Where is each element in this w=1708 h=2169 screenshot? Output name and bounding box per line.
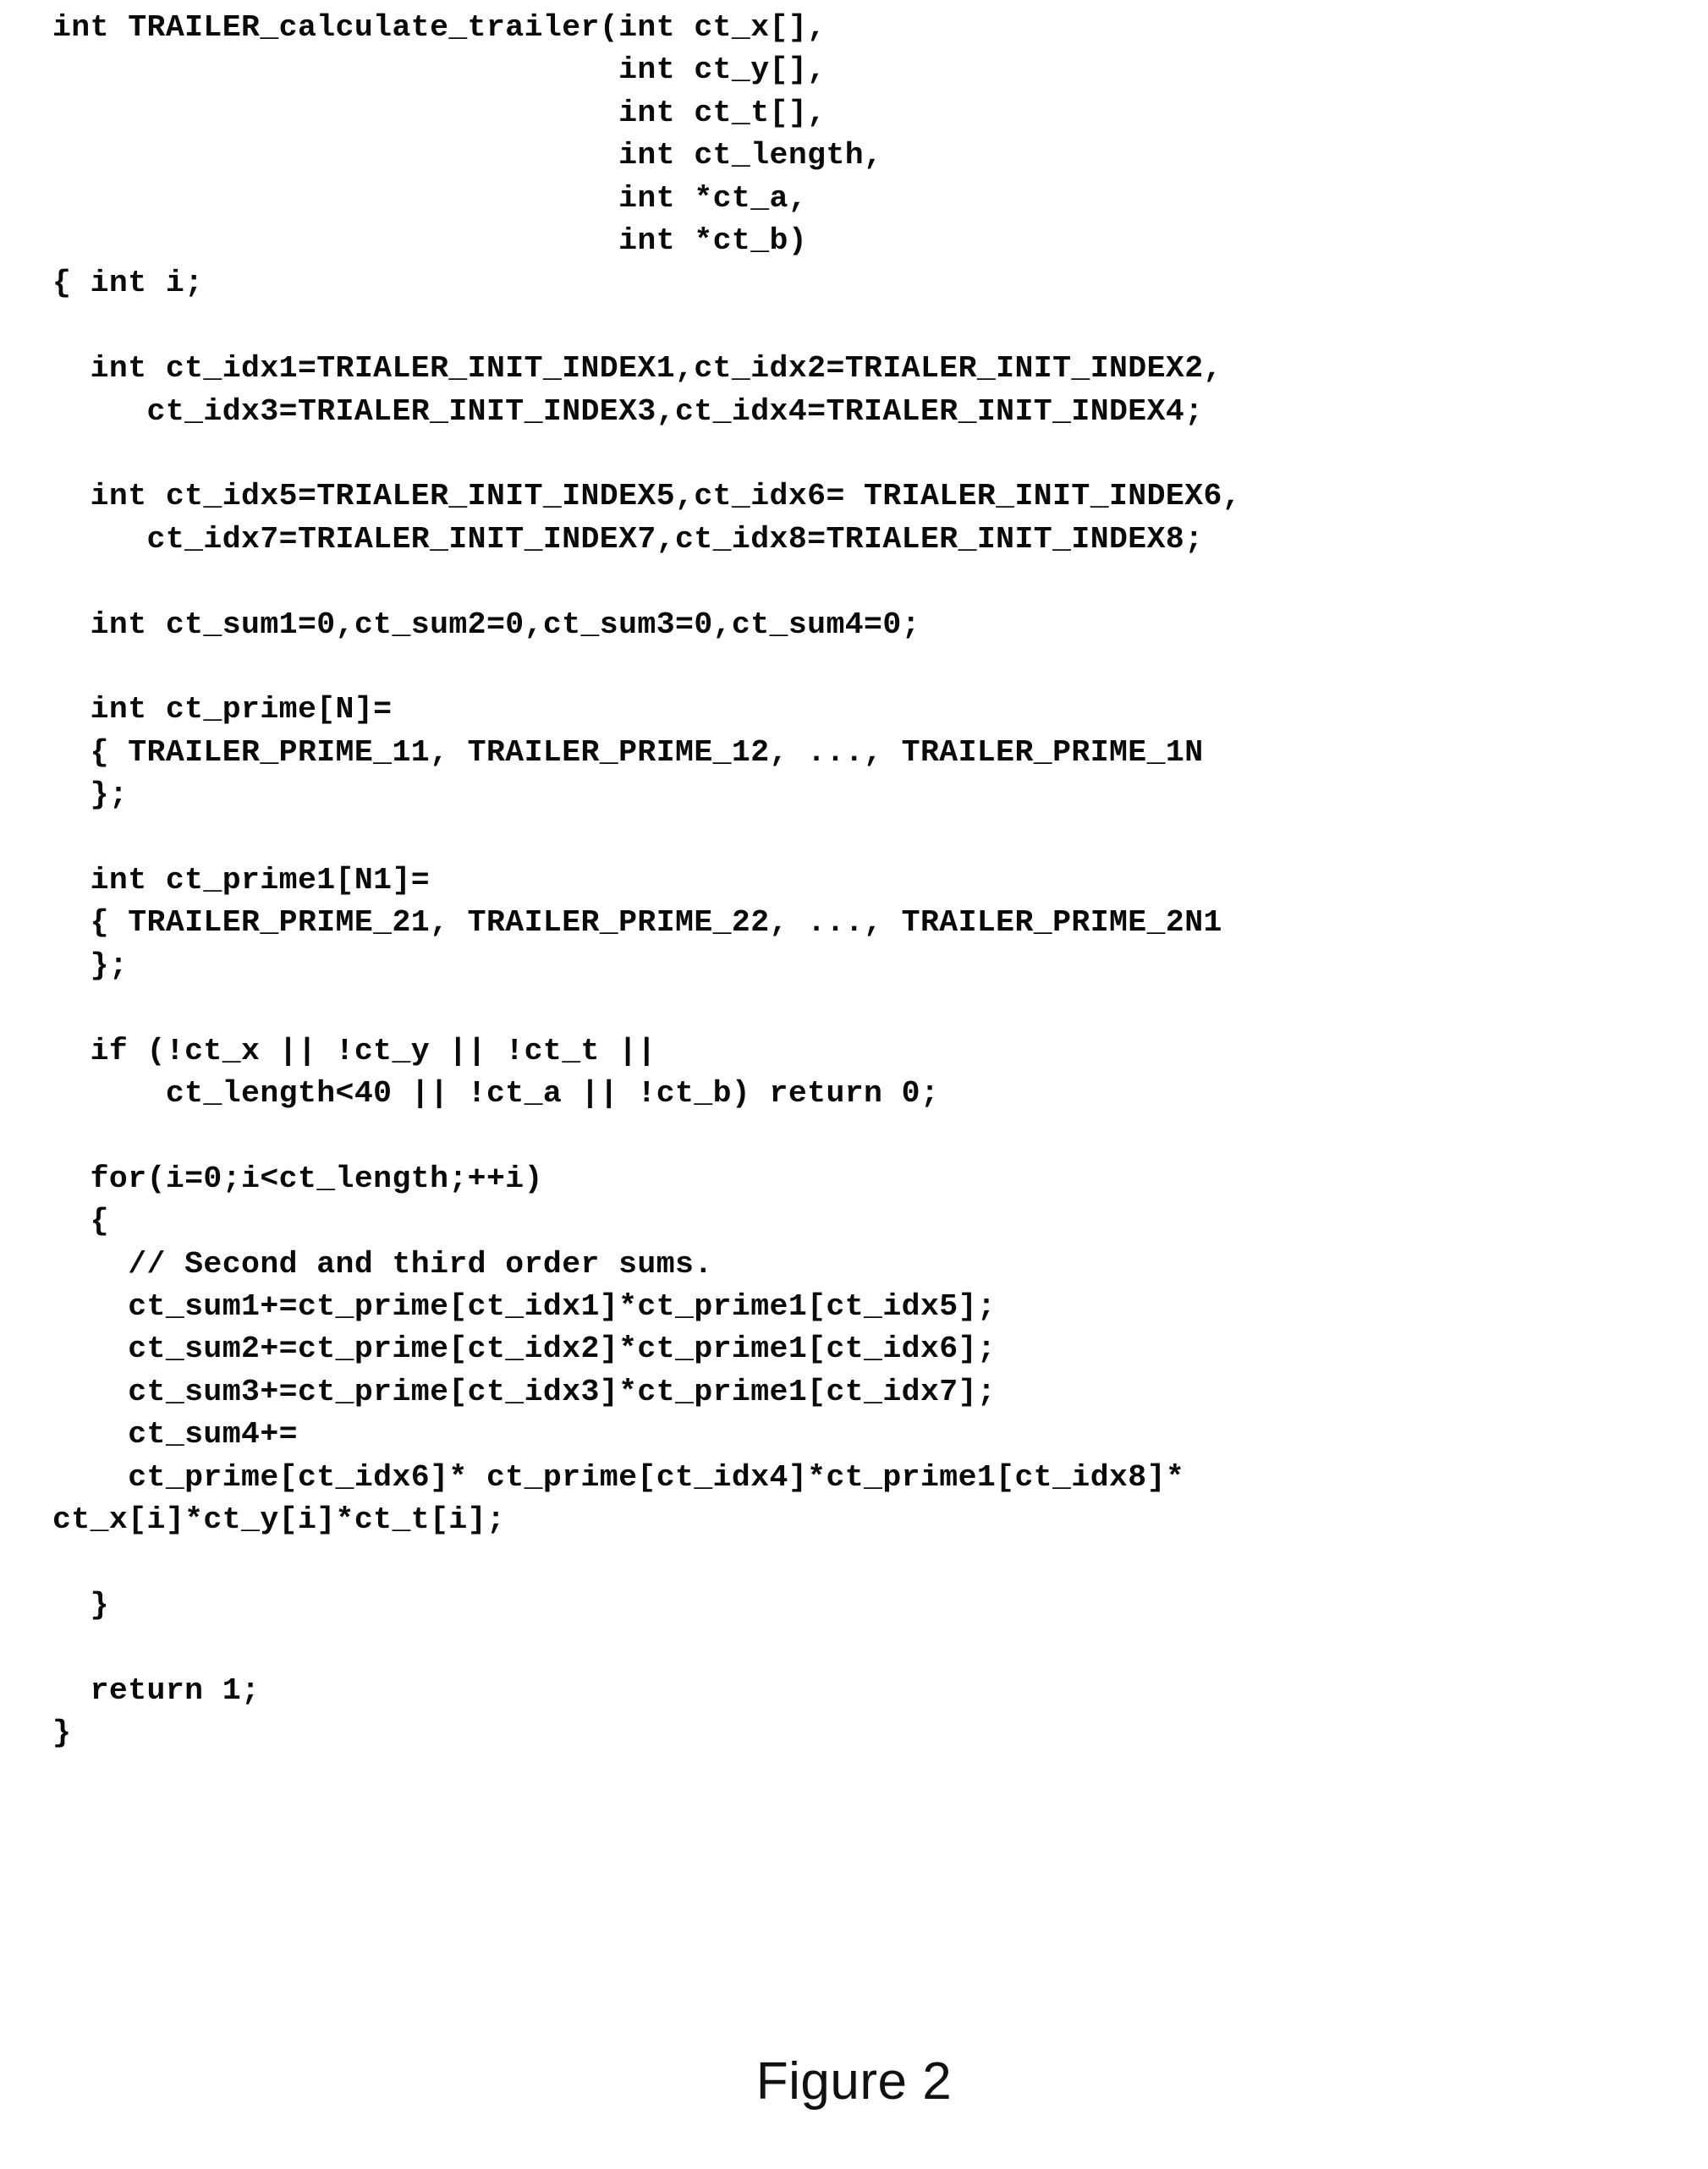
code-line: int *ct_a,	[52, 180, 808, 216]
code-line: int ct_sum1=0,ct_sum2=0,ct_sum3=0,ct_sum…	[52, 607, 920, 642]
code-listing: int TRAILER_calculate_trailer(int ct_x[]…	[52, 7, 1660, 1755]
code-line: };	[52, 947, 129, 983]
code-line: int ct_idx5=TRIALER_INIT_INDEX5,ct_idx6=…	[52, 479, 1242, 514]
code-line: ct_idx3=TRIALER_INIT_INDEX3,ct_idx4=TRIA…	[52, 393, 1204, 429]
code-line: return 1;	[52, 1672, 261, 1708]
code-line: int ct_y[],	[52, 52, 827, 88]
code-line: { TRAILER_PRIME_21, TRAILER_PRIME_22, ..…	[52, 905, 1222, 941]
figure-caption: Figure 2	[755, 2052, 953, 2111]
figure-page: int TRAILER_calculate_trailer(int ct_x[]…	[0, 0, 1708, 2169]
code-line: if (!ct_x || !ct_y || !ct_t ||	[52, 1033, 656, 1068]
code-line: int ct_length,	[52, 138, 883, 173]
code-line: ct_x[i]*ct_y[i]*ct_t[i];	[52, 1502, 506, 1538]
code-line: { TRAILER_PRIME_11, TRAILER_PRIME_12, ..…	[52, 734, 1204, 770]
code-line: ct_length<40 || !ct_a || !ct_b) return 0…	[52, 1076, 940, 1112]
code-line: ct_sum4+=	[52, 1417, 298, 1452]
code-line: }	[52, 1587, 109, 1623]
code-line: }	[52, 1716, 72, 1751]
code-line: ct_sum1+=ct_prime[ct_idx1]*ct_prime1[ct_…	[52, 1289, 997, 1325]
code-line: {	[52, 1204, 109, 1239]
code-line: int ct_idx1=TRIALER_INIT_INDEX1,ct_idx2=…	[52, 351, 1222, 387]
code-line: int ct_prime[N]=	[52, 692, 393, 728]
code-line: int ct_t[],	[52, 95, 827, 130]
code-line: int *ct_b)	[52, 223, 808, 259]
code-line: };	[52, 777, 129, 813]
code-line: int ct_prime1[N1]=	[52, 863, 431, 898]
code-line: ct_prime[ct_idx6]* ct_prime[ct_idx4]*ct_…	[52, 1459, 1185, 1495]
code-line: ct_sum2+=ct_prime[ct_idx2]*ct_prime1[ct_…	[52, 1332, 997, 1367]
code-line: ct_sum3+=ct_prime[ct_idx3]*ct_prime1[ct_…	[52, 1374, 997, 1409]
code-line: for(i=0;i<ct_length;++i)	[52, 1161, 543, 1196]
code-line: int TRAILER_calculate_trailer(int ct_x[]…	[52, 10, 827, 45]
code-line: { int i;	[52, 266, 204, 301]
code-line: ct_idx7=TRIALER_INIT_INDEX7,ct_idx8=TRIA…	[52, 521, 1204, 557]
code-line: // Second and third order sums.	[52, 1246, 713, 1282]
